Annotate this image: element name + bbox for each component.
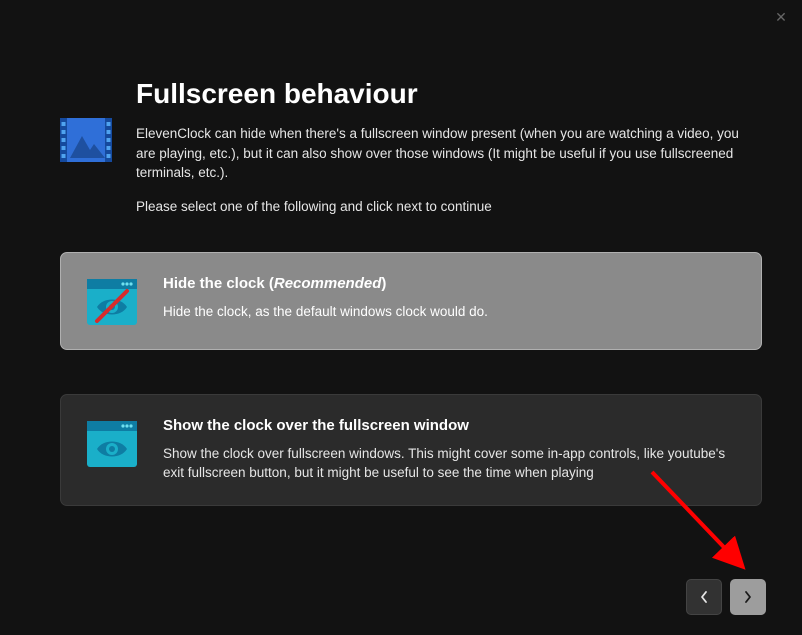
page-description: ElevenClock can hide when there's a full… [136, 124, 762, 183]
wizard-nav [686, 579, 766, 615]
show-clock-icon [87, 419, 137, 469]
option-show-clock[interactable]: Show the clock over the fullscreen windo… [60, 394, 762, 506]
option-title: Show the clock over the fullscreen windo… [163, 417, 733, 434]
next-button[interactable] [730, 579, 766, 615]
back-button[interactable] [686, 579, 722, 615]
option-subtitle: Hide the clock, as the default windows c… [163, 302, 733, 322]
option-title: Hide the clock (Recommended) [163, 275, 733, 292]
chevron-left-icon [699, 590, 709, 604]
options-list: Hide the clock (Recommended) Hide the cl… [60, 252, 762, 506]
option-hide-clock[interactable]: Hide the clock (Recommended) Hide the cl… [60, 252, 762, 350]
header: Fullscreen behaviour ElevenClock can hid… [60, 78, 762, 214]
app-logo-icon [60, 114, 112, 166]
chevron-right-icon [743, 590, 753, 604]
close-icon[interactable]: ✕ [772, 8, 790, 26]
page-instruction: Please select one of the following and c… [136, 199, 762, 214]
wizard-page: Fullscreen behaviour ElevenClock can hid… [0, 0, 802, 506]
option-subtitle: Show the clock over fullscreen windows. … [163, 444, 733, 483]
page-title: Fullscreen behaviour [136, 78, 762, 110]
hide-clock-icon [87, 277, 137, 327]
